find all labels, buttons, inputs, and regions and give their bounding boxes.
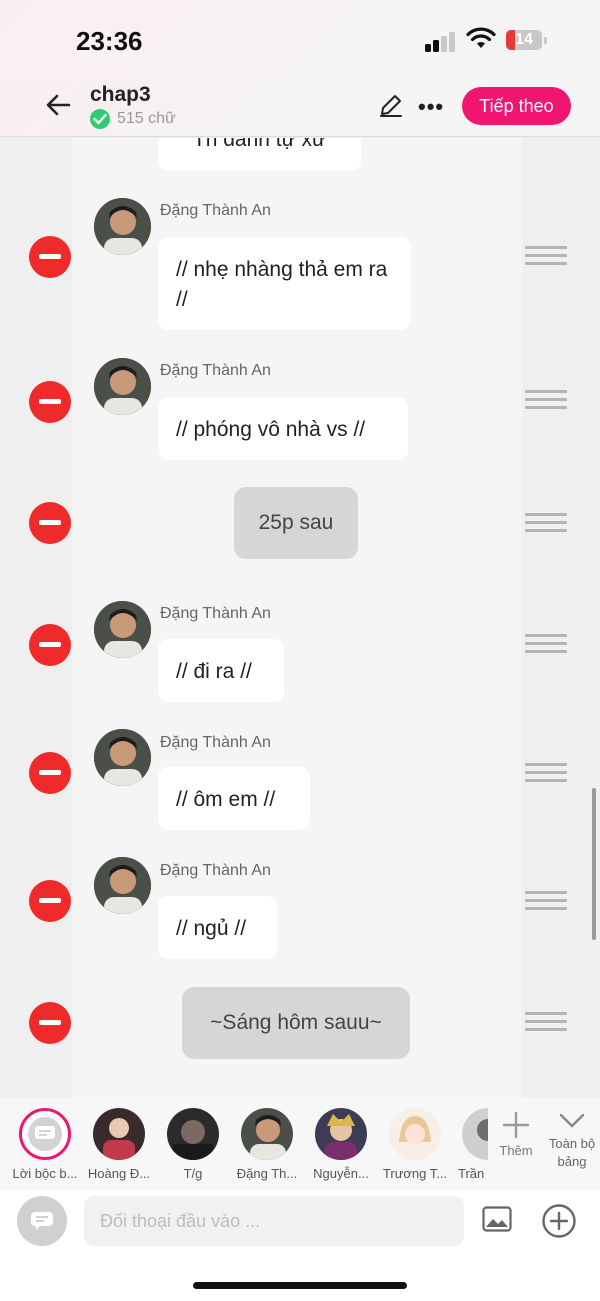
drag-handle-icon[interactable]: [525, 390, 567, 410]
message-bubble[interactable]: // nhẹ nhàng thả em ra //: [158, 237, 411, 330]
next-button[interactable]: Tiếp theo: [462, 87, 571, 125]
delete-message-button[interactable]: [29, 880, 71, 922]
character-label: Trương T...: [382, 1166, 448, 1181]
chevron-down-icon: [559, 1113, 585, 1128]
status-time: 23:36: [76, 26, 143, 56]
message-text: // phóng vô nhà vs //: [176, 418, 366, 441]
chapter-title[interactable]: chap3: [90, 83, 151, 107]
avatar: [94, 198, 151, 255]
character-item[interactable]: Nguyễn...: [306, 1108, 376, 1181]
avatar: [94, 729, 151, 786]
avatar: [94, 857, 151, 914]
add-label: Thêm: [499, 1143, 533, 1158]
home-indicator[interactable]: [193, 1282, 407, 1289]
battery-icon: 14: [506, 30, 547, 50]
drag-handle-icon[interactable]: [525, 891, 567, 911]
message-icon: [31, 1212, 53, 1230]
message-text: // ôm em //: [176, 788, 276, 811]
dialog-editor: “Tn danh tự xư” Đặng Thành An // nhẹ nhà…: [0, 138, 600, 1098]
character-label: Nguyễn...: [313, 1166, 369, 1181]
input-bar: [0, 1190, 600, 1301]
speaker-name: Đặng Thành An: [160, 362, 271, 379]
narration-bubble[interactable]: ~Sáng hôm sauu~: [182, 987, 410, 1059]
saved-check-icon: [90, 109, 110, 129]
narration-toggle-button[interactable]: [17, 1196, 67, 1246]
character-item[interactable]: Trương T...: [380, 1108, 450, 1181]
all-label: Toàn bộ bảng: [548, 1136, 596, 1169]
message-text: // nhẹ nhàng thả em ra //: [176, 258, 388, 311]
delete-message-button[interactable]: [29, 624, 71, 666]
character-label: Trần: [458, 1166, 485, 1181]
avatar: [94, 601, 151, 658]
avatar: [389, 1108, 441, 1160]
narration-icon: [19, 1108, 71, 1160]
narration-text: ~Sáng hôm sauu~: [210, 1011, 382, 1034]
drag-handle-icon[interactable]: [525, 1012, 567, 1032]
speaker-name: Đặng Thành An: [160, 862, 271, 879]
delete-message-button[interactable]: [29, 381, 71, 423]
character-item[interactable]: Trần: [454, 1108, 488, 1181]
character-label: Lời bộc b...: [12, 1166, 78, 1181]
character-label: T/g: [183, 1166, 203, 1181]
avatar: [94, 358, 151, 415]
message-text: // đi ra //: [176, 660, 252, 683]
character-label: Hoàng Đ...: [87, 1166, 151, 1181]
character-item[interactable]: Hoàng Đ...: [84, 1108, 154, 1181]
avatar: [462, 1108, 488, 1160]
drag-handle-icon[interactable]: [525, 634, 567, 654]
add-character-button[interactable]: Thêm: [494, 1110, 538, 1158]
more-options-icon[interactable]: •••: [418, 94, 444, 120]
edit-pencil-icon[interactable]: [378, 92, 404, 118]
add-plus-icon[interactable]: [541, 1203, 577, 1239]
avatar: [241, 1108, 293, 1160]
message-bubble-partial[interactable]: “Tn danh tự xư”: [158, 138, 361, 171]
message-bubble[interactable]: // phóng vô nhà vs //: [158, 397, 408, 460]
character-narration[interactable]: Lời bộc b...: [10, 1108, 80, 1181]
scrollbar[interactable]: [592, 788, 596, 940]
word-count: 515 chữ: [117, 110, 176, 127]
battery-level: 14: [515, 31, 533, 48]
delete-message-button[interactable]: [29, 1002, 71, 1044]
cellular-signal-icon: [425, 30, 457, 52]
drag-handle-icon[interactable]: [525, 246, 567, 266]
speaker-name: Đặng Thành An: [160, 734, 271, 751]
narration-bubble[interactable]: 25p sau: [234, 487, 358, 559]
character-item[interactable]: T/g: [158, 1108, 228, 1181]
message-bubble[interactable]: // ngủ //: [158, 896, 277, 959]
all-characters-button[interactable]: Toàn bộ bảng: [543, 1110, 600, 1171]
avatar: [315, 1108, 367, 1160]
message-bubble[interactable]: // ôm em //: [158, 767, 310, 830]
drag-handle-icon[interactable]: [525, 513, 567, 533]
speaker-name: Đặng Thành An: [160, 202, 271, 219]
plus-icon: [502, 1111, 530, 1139]
message-text: // ngủ //: [176, 917, 247, 940]
character-label: Đặng Th...: [236, 1166, 298, 1181]
status-bar: 23:36 14: [0, 0, 600, 80]
avatar: [167, 1108, 219, 1160]
drag-handle-icon[interactable]: [525, 763, 567, 783]
message-text: “Tn danh tự xư”: [185, 138, 334, 151]
delete-message-button[interactable]: [29, 502, 71, 544]
character-item[interactable]: Đặng Th...: [232, 1108, 302, 1181]
delete-message-button[interactable]: [29, 236, 71, 278]
image-icon[interactable]: [482, 1206, 512, 1232]
back-arrow-icon[interactable]: [44, 90, 74, 120]
character-bar: Lời bộc b... Hoàng Đ... T/g Đặng Th... N…: [0, 1098, 600, 1190]
narration-text: 25p sau: [258, 511, 334, 534]
speaker-name: Đặng Thành An: [160, 605, 271, 622]
delete-message-button[interactable]: [29, 752, 71, 794]
avatar: [93, 1108, 145, 1160]
message-bubble[interactable]: // đi ra //: [158, 639, 284, 702]
dialog-input[interactable]: [84, 1196, 464, 1246]
editor-header: chap3 515 chữ ••• Tiếp theo: [0, 80, 600, 137]
wifi-icon: [466, 27, 496, 48]
